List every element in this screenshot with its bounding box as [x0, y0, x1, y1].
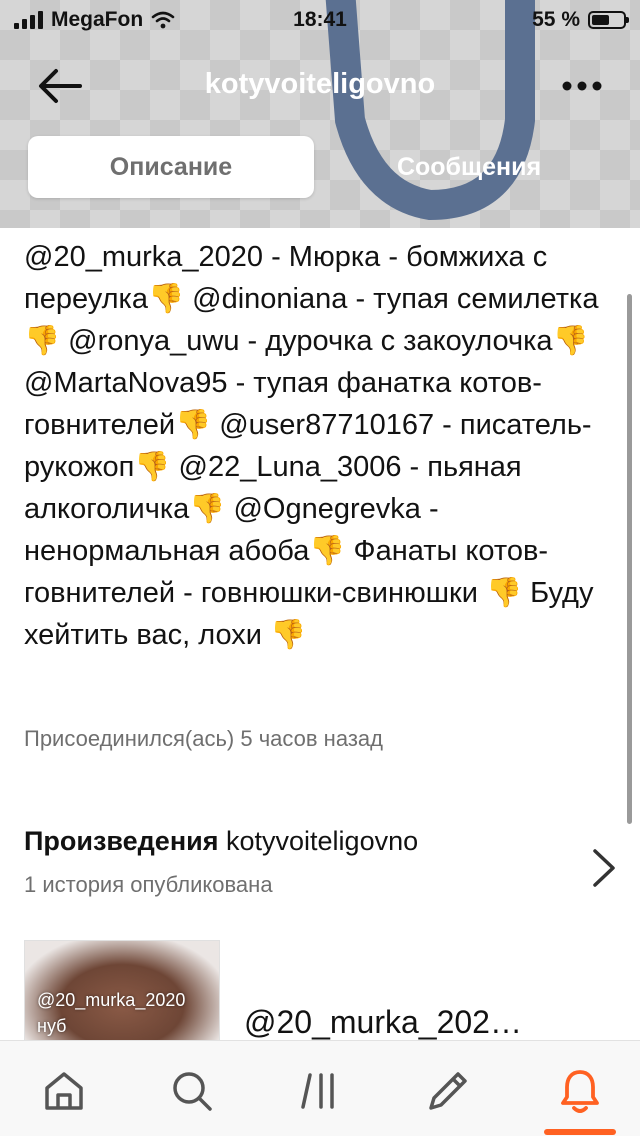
story-cover-text: @20_murka_2020 нуб	[37, 990, 186, 1036]
nav-notifications-button[interactable]	[548, 1059, 612, 1123]
profile-header: MegaFon 18:41 55 % kotyvoiteligovno Опис…	[0, 0, 640, 228]
notifications-icon	[561, 1070, 599, 1113]
navigation-bar: kotyvoiteligovno	[0, 48, 640, 124]
nav-home-button[interactable]	[32, 1059, 96, 1123]
active-tab-indicator	[544, 1129, 616, 1135]
tab-description[interactable]: Описание	[28, 136, 314, 198]
home-icon	[45, 1072, 83, 1110]
more-horizontal-icon	[562, 81, 602, 91]
library-icon	[301, 1073, 334, 1109]
works-count: 1 история опубликована	[24, 872, 273, 897]
joined-date: Присоединился(ась) 5 часов назад	[24, 726, 383, 751]
battery-icon	[588, 11, 629, 29]
story-title[interactable]: @20_murka_202…	[244, 1004, 522, 1041]
profile-description: @20_murka_2020 - Мюрка - бомжиха с переу…	[24, 241, 599, 651]
more-options-button[interactable]	[554, 64, 610, 108]
works-username: kotyvoiteligovno	[226, 826, 419, 856]
nav-search-button[interactable]	[160, 1059, 224, 1123]
works-section-title[interactable]: Произведения kotyvoiteligovno	[24, 826, 418, 857]
write-icon	[429, 1072, 467, 1110]
works-heading: Произведения	[24, 826, 219, 856]
nav-library-button[interactable]	[288, 1059, 352, 1123]
profile-username: kotyvoiteligovno	[204, 68, 436, 100]
search-icon	[173, 1072, 212, 1111]
bottom-navigation	[0, 1040, 640, 1136]
chevron-right-icon	[593, 849, 615, 887]
tab-messages[interactable]: Сообщения	[326, 136, 612, 198]
nav-write-button[interactable]	[416, 1059, 480, 1123]
works-open-button[interactable]	[586, 842, 622, 894]
status-bar: MegaFon 18:41 55 %	[0, 0, 640, 42]
scrollbar[interactable]	[627, 294, 632, 824]
battery-percent: 55 %	[532, 8, 580, 31]
